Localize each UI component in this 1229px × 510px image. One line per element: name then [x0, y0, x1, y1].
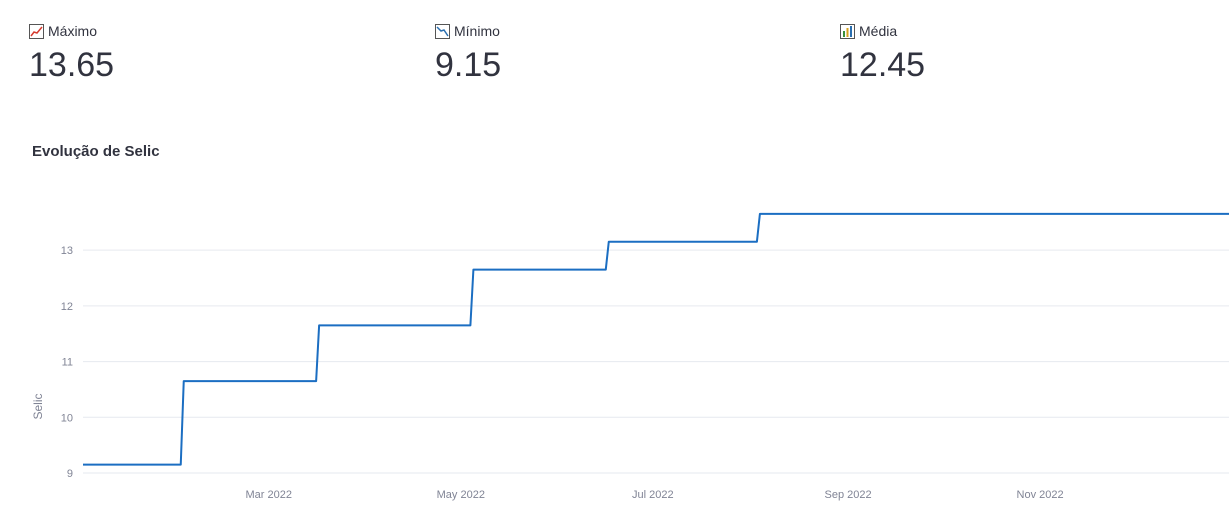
y-tick-label: 10 [61, 412, 73, 424]
tick-layer: 9 10 11 12 13 Mar 2022 May 2022 Jul 2022 Sep 202… [61, 245, 1064, 501]
x-tick-label: Jul 2022 [632, 489, 674, 501]
series-layer [83, 212, 1229, 466]
y-tick-label: 9 [67, 468, 73, 480]
selic-series-line[interactable] [83, 212, 1229, 466]
grid-layer [83, 249, 1229, 474]
y-axis-label: Selic [31, 393, 45, 419]
x-tick-label: Sep 2022 [824, 489, 871, 501]
x-tick-label: May 2022 [437, 489, 485, 501]
x-tick-label: Nov 2022 [1017, 489, 1064, 501]
selic-line-chart[interactable]: 9 10 11 12 13 Mar 2022 May 2022 Jul 2022 Sep 202… [0, 0, 1229, 510]
x-tick-label: Mar 2022 [246, 489, 292, 501]
y-tick-label: 13 [61, 245, 73, 257]
y-tick-label: 12 [61, 301, 73, 313]
y-tick-label: 11 [62, 357, 73, 369]
